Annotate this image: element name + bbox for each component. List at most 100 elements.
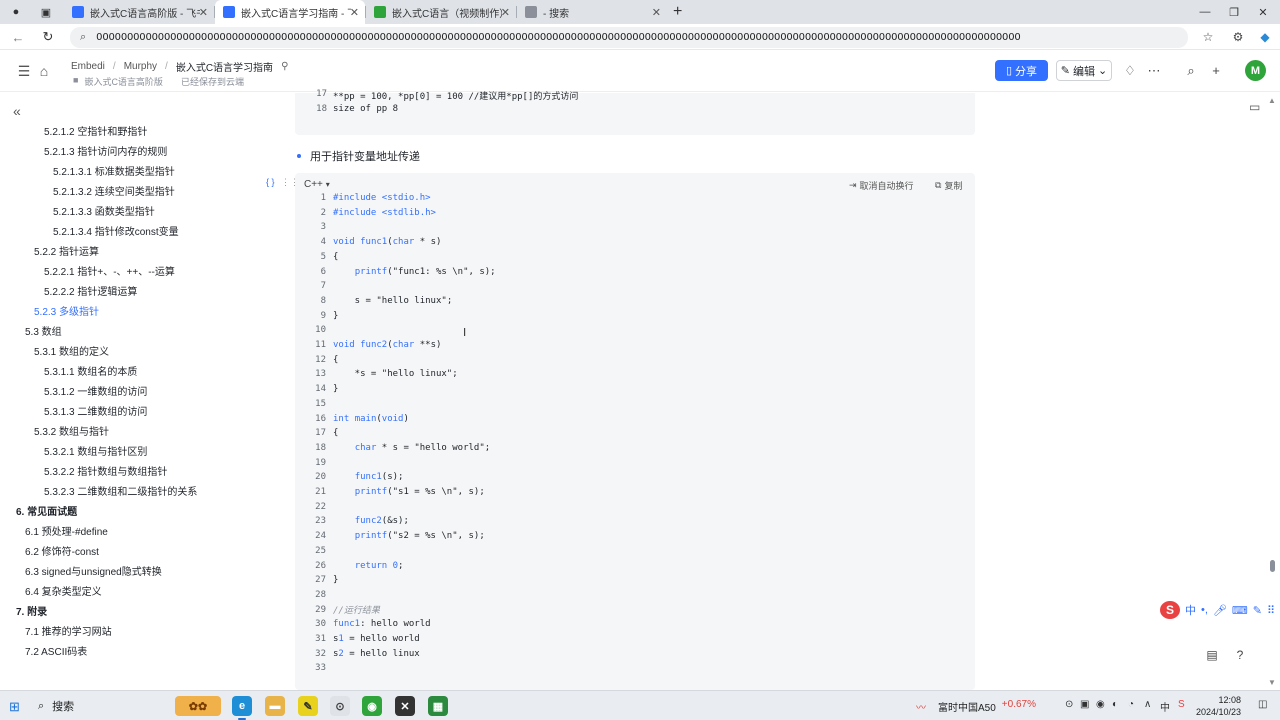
toc-item[interactable]: 7.1 推荐的学习网站 [25,623,112,638]
code-line[interactable]: 17 **pp = 100, *pp[0] = 100 //建议用*pp[]的方式… [309,89,578,102]
code-line[interactable]: 27} [309,573,338,587]
code-line[interactable]: 14} [309,382,338,396]
notification-icon[interactable]: ◫ [1258,699,1267,710]
toc-item[interactable]: 7. 附录 [16,603,47,618]
toc-item[interactable]: 5.2.1.3.3 函数类型指针 [53,203,155,218]
edit-mode-button[interactable]: ✎ 编辑 ⌄ [1056,60,1112,81]
sogou-logo-icon[interactable]: S [1160,601,1180,619]
share-button[interactable]: ▯ 分享 [995,60,1048,81]
browser-tab[interactable]: - 搜索 ✕ [517,0,667,24]
code-line[interactable]: 9} [309,309,339,323]
toc-item[interactable]: 5.3.2.3 二维数组和二级指针的关系 [44,483,197,498]
toc-item[interactable]: 6.4 复杂类型定义 [25,583,102,598]
toc-item[interactable]: 5.2.2.2 指针逻辑运算 [44,283,137,298]
code-line[interactable]: 18 size of pp 8 [309,104,398,114]
volume-icon[interactable]: ◔ [1128,699,1134,710]
code-line[interactable]: 13 *s = "hello linux"; [309,367,458,381]
app-tray-icon[interactable]: ▣ [1080,699,1089,710]
copy-button[interactable]: ⧉ 复制 [935,179,962,192]
code-line[interactable]: 3 [309,220,333,234]
tab-close-icon[interactable]: ✕ [199,6,208,19]
language-selector[interactable]: C++ ▾ [304,179,330,190]
punct-icon[interactable]: •, [1201,604,1208,616]
code-line[interactable]: 23 func2(&s); [309,514,409,528]
code-line[interactable]: 24 printf("s2 = %s \n", s); [309,529,485,543]
toc-item[interactable]: 5.2.1.3 指针访问内存的规则 [44,143,167,158]
toc-item[interactable]: 5.2.1.3.4 指针修改const变量 [53,223,179,238]
apps-grid-icon[interactable]: ⠿ [1267,604,1275,617]
code-line[interactable]: 25 [309,544,333,558]
sub-title[interactable]: 嵌入式C语言高阶版 [84,75,163,88]
new-tab-button[interactable]: + [673,3,682,21]
spreadsheet-icon[interactable]: ▦ [428,696,448,716]
toc-item[interactable]: 6. 常见面试题 [16,503,77,518]
code-block-type-icon[interactable]: { } [266,177,275,187]
add-icon[interactable]: + [1208,63,1224,78]
code-line[interactable]: 22 [309,500,333,514]
code-line[interactable]: 18 char * s = "hello world"; [309,441,490,455]
code-line[interactable]: 6 printf("func1: %s \n", s); [309,265,496,279]
code-line[interactable]: 21 printf("s1 = %s \n", s); [309,485,485,499]
pin-icon[interactable]: ⚲ [281,61,288,72]
code-line[interactable]: 1 #include <stdio.h> [309,191,431,205]
stock-chart-icon[interactable]: 〰 [916,699,926,714]
toc-item[interactable]: 7.2 ASCII码表 [25,643,87,658]
toc-item[interactable]: 5.2.3 多级指针 [34,303,99,318]
code-line[interactable]: 26 return 0; [309,559,403,573]
scrollbar-thumb[interactable] [1270,560,1275,572]
home-icon[interactable]: ⌂ [36,63,52,79]
app-icon[interactable]: ✕ [395,696,415,716]
code-line[interactable]: 20 func1(s); [309,470,403,484]
browser-tab[interactable]: 嵌入式C语言学习指南 - 飞书云文✕ [215,0,365,24]
code-line[interactable]: 15 [309,397,333,411]
code-line[interactable]: 28 [309,588,333,602]
toc-item[interactable]: 6.1 预处理-#define [25,523,108,538]
toc-item[interactable]: 6.3 signed与unsigned隐式转换 [25,563,162,578]
toc-item[interactable]: 5.2.1.3.2 连续空间类型指针 [53,183,175,198]
code-line[interactable]: 31 s1 = hello world [309,632,420,646]
toc-item[interactable]: 5.3.2.2 指针数组与数组指针 [44,463,167,478]
search-highlight-image[interactable]: ✿✿ [175,696,221,716]
code-line[interactable]: 17 { [309,426,338,440]
wrap-toggle-button[interactable]: ⇥ 取消自动换行 [849,179,914,192]
file-explorer-icon[interactable]: ▬ [265,696,285,716]
system-clock[interactable]: 12:08 2024/10/23 [1196,694,1241,718]
code-line[interactable]: 8 s = "hello linux"; [309,294,453,308]
bell-icon[interactable]: ♢ [1122,63,1138,79]
tab-actions-icon[interactable]: ▣ [38,4,54,20]
code-line[interactable]: 7 [309,279,333,293]
code-line[interactable]: 30 func1: hello world [309,617,430,631]
tab-close-icon[interactable]: ✕ [652,6,661,19]
skin-icon[interactable]: ✎ [1253,604,1262,617]
scroll-up-arrow-icon[interactable]: ▲ [1268,96,1276,105]
mic-icon[interactable]: 🎤︎ [1213,604,1227,617]
help-icon[interactable]: ? [1230,645,1250,665]
toc-item[interactable]: 5.2.1.2 空指针和野指针 [44,123,147,138]
tab-close-icon[interactable]: ✕ [501,6,510,19]
ime-lang-label[interactable]: 中 [1185,602,1196,618]
toc-item[interactable]: 5.2.1.3.1 标准数据类型指针 [53,163,175,178]
back-button[interactable]: ← [10,29,26,45]
code-line[interactable]: 12 { [309,353,338,367]
toc-item[interactable]: 5.3.2 数组与指针 [34,423,109,438]
browser-tab[interactable]: 嵌入式C语言高阶版 - 飞书云文档✕ [64,0,214,24]
url-field[interactable]: ⌕ 00000000000000000000000000000000000000… [70,27,1188,48]
code-line[interactable]: 10 [309,323,333,337]
close-window-button[interactable]: ✕ [1246,0,1280,24]
code-line[interactable]: 5{ [309,250,339,264]
ime-tray-label[interactable]: 中 [1160,699,1170,714]
favorites-icon[interactable]: ☆ [1199,28,1217,46]
code-line[interactable]: 33 [309,661,333,675]
outline-icon[interactable]: ▤ [1202,645,1222,665]
avatar[interactable]: M [1245,60,1266,81]
copilot-icon[interactable]: ◆ [1256,28,1274,46]
toc-item[interactable]: 6.2 修饰符-const [25,543,99,558]
doc-title[interactable]: 嵌入式C语言学习指南 [176,59,273,74]
toc-item[interactable]: 5.3 数组 [25,323,62,338]
search-icon[interactable]: ⌕ [1183,63,1199,79]
app-tray-icon[interactable]: ⊙ [1065,699,1073,710]
sogou-tray-icon[interactable]: S [1178,699,1185,710]
toc-item[interactable]: 5.3.1 数组的定义 [34,343,109,358]
comment-icon[interactable]: ▭ [1249,100,1260,114]
stock-widget[interactable]: 富时中国A50 +0.67% [938,699,1036,714]
